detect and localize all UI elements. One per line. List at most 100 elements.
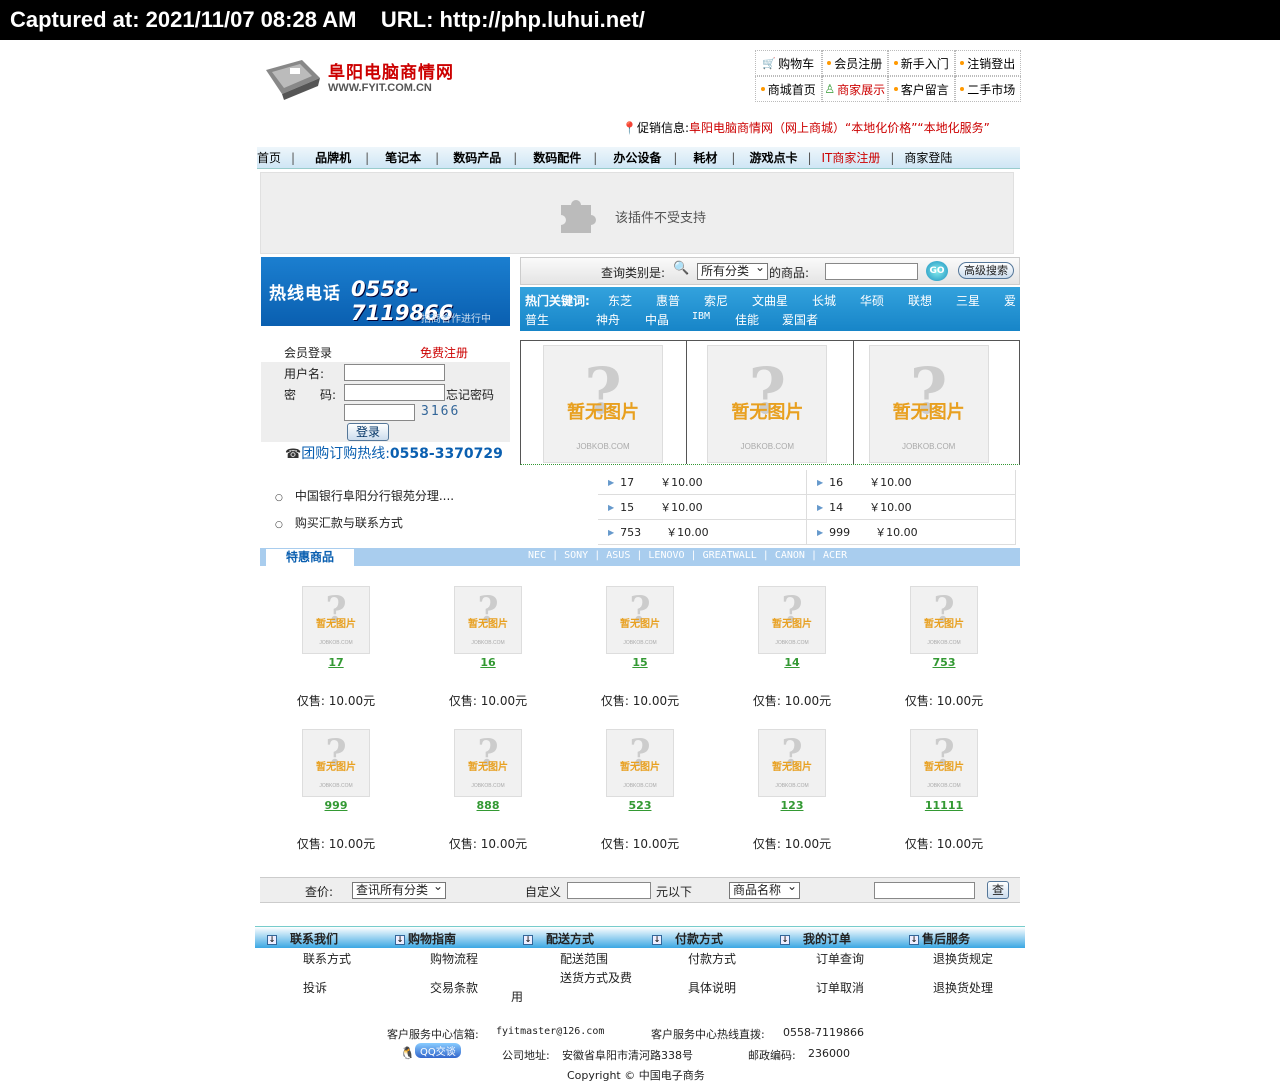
keyword-link[interactable]: 神舟 [596, 311, 620, 328]
footer-link[interactable]: 购物流程 [430, 950, 478, 967]
footer-link[interactable]: 退换货处理 [933, 979, 993, 996]
no-image-placeholder[interactable]: ? 暂无图片 JOBKOB.COM [606, 586, 674, 654]
product-name[interactable]: 123 [732, 799, 852, 812]
keyword-link[interactable]: 索尼 [704, 292, 728, 309]
notice-item[interactable]: 中国银行阜阳分行银苑分理.... [275, 487, 454, 504]
product-name[interactable]: 15 [580, 656, 700, 669]
nav-home[interactable]: 首页 [257, 149, 281, 166]
nav-merchant-login[interactable]: 商家登陆 [904, 149, 952, 166]
qq-chat-button[interactable]: 🐧 QQ交谈 [400, 1043, 461, 1060]
mall-home-link[interactable]: 商城首页 [755, 76, 822, 102]
product-name[interactable]: 753 [884, 656, 1004, 669]
nav-consumables[interactable]: 耗材 [693, 149, 717, 166]
nav-it-register[interactable]: IT商家注册 [822, 149, 881, 166]
footer-link[interactable]: 投诉 [303, 979, 327, 996]
advanced-search-button[interactable]: 高级搜索 [958, 262, 1014, 279]
price-input[interactable] [567, 882, 651, 899]
product-name[interactable]: 16 [428, 656, 548, 669]
keyword-link[interactable]: 联想 [908, 292, 932, 309]
query-field-select[interactable]: 商品名称 [729, 879, 800, 899]
keyword-link[interactable]: 三星 [956, 292, 980, 309]
keyword-link[interactable]: 爱国者 [782, 311, 818, 328]
promo-text[interactable]: 阜阳电脑商情网（网上商城）“本地化价格”“本地化服务” [689, 121, 990, 135]
no-image-placeholder[interactable]: ? 暂无图片 JOBKOB.COM [758, 729, 826, 797]
free-register-link[interactable]: 免费注册 [420, 344, 468, 361]
keyword-link[interactable]: 华硕 [860, 292, 884, 309]
keyword-link[interactable]: 东芝 [608, 292, 632, 309]
keyword-link[interactable]: 文曲星 [752, 292, 788, 309]
no-image-placeholder[interactable]: ? 暂无图片 JOBKOB.COM [302, 729, 370, 797]
footer-link[interactable]: 联系方式 [303, 950, 351, 967]
no-image-placeholder[interactable]: ? 暂无图片 JOBKOB.COM [910, 586, 978, 654]
keyword-link[interactable]: 佳能 [735, 311, 759, 328]
footer-link[interactable]: 交易条款 [430, 979, 478, 996]
nav-game-cards[interactable]: 游戏点卡 [749, 149, 797, 166]
guestbook-link[interactable]: 客户留言 [888, 76, 955, 102]
keyword-link[interactable]: 普生 [525, 311, 549, 328]
nav-accessories[interactable]: 数码配件 [533, 149, 581, 166]
merchant-show-link[interactable]: ♙ 商家展示 [821, 76, 888, 102]
keyword-link[interactable]: IBM [692, 311, 710, 322]
search-category-select[interactable]: 所有分类 [697, 260, 768, 280]
product-name[interactable]: 11111 [884, 799, 1004, 812]
site-logo[interactable]: 阜阳电脑商情网 WWW.FYIT.COM.CN [262, 54, 457, 102]
price-item[interactable]: ▶ 16 ￥10.00 [807, 470, 1016, 495]
password-input[interactable] [344, 384, 445, 401]
no-image-placeholder[interactable]: ? 暂无图片 JOBKOB.COM [454, 729, 522, 797]
go-button[interactable]: GO [926, 261, 948, 281]
featured-image-slot[interactable]: ? 暂无图片 JOBKOB.COM [854, 341, 1019, 464]
query-category-select[interactable]: 查讯所有分类 [352, 879, 446, 899]
search-category-label: 查询类别是: [601, 266, 666, 280]
brand-links[interactable]: NEC | SONY | ASUS | LENOVO | GREATWALL |… [528, 550, 847, 561]
keyword-link[interactable]: 爱 [1004, 292, 1016, 309]
product-name[interactable]: 17 [276, 656, 396, 669]
product-name[interactable]: 523 [580, 799, 700, 812]
logout-link[interactable]: 注销登出 [954, 50, 1021, 76]
no-image-placeholder[interactable]: ? 暂无图片 JOBKOB.COM [910, 729, 978, 797]
no-image-placeholder[interactable]: ? 暂无图片 JOBKOB.COM [606, 729, 674, 797]
no-image-placeholder[interactable]: ? 暂无图片 JOBKOB.COM [302, 586, 370, 654]
product-name[interactable]: 14 [732, 656, 852, 669]
forgot-password-link[interactable]: 忘记密码 [446, 386, 494, 403]
featured-image-slot[interactable]: ? 暂无图片 JOBKOB.COM [687, 341, 854, 464]
footer-link[interactable]: 付款方式 [688, 950, 736, 967]
username-input[interactable] [344, 364, 445, 381]
product-name[interactable]: 999 [276, 799, 396, 812]
captcha-input[interactable] [344, 404, 415, 421]
product-name[interactable]: 888 [428, 799, 548, 812]
price-item[interactable]: ▶ 17 ￥10.00 [598, 470, 807, 495]
service-mail[interactable]: fyitmaster@126.com [496, 1026, 604, 1037]
footer-link[interactable]: 配送范围 [560, 950, 608, 967]
price-item[interactable]: ▶ 15 ￥10.00 [598, 495, 807, 520]
nav-digital[interactable]: 数码产品 [453, 149, 501, 166]
keyword-link[interactable]: 惠普 [656, 292, 680, 309]
price-item[interactable]: ▶ 14 ￥10.00 [807, 495, 1016, 520]
special-offers-tab[interactable]: 特惠商品 [266, 549, 354, 566]
login-button[interactable]: 登录 [347, 423, 389, 441]
keyword-link[interactable]: 长城 [812, 292, 836, 309]
newbie-link[interactable]: 新手入门 [888, 50, 955, 76]
query-input[interactable] [874, 882, 975, 899]
price-item[interactable]: ▶ 753 ￥10.00 [598, 520, 807, 545]
no-image-placeholder[interactable]: ? 暂无图片 JOBKOB.COM [454, 586, 522, 654]
featured-image-slot[interactable]: ? 暂无图片 JOBKOB.COM [521, 341, 688, 464]
register-link[interactable]: 会员注册 [821, 50, 888, 76]
nav-office[interactable]: 办公设备 [613, 149, 661, 166]
footer-link[interactable]: 订单取消 [816, 979, 864, 996]
notice-item[interactable]: 购买汇款与联系方式 [275, 514, 454, 531]
footer-link[interactable]: 订单查询 [816, 950, 864, 967]
query-button[interactable]: 查 [987, 881, 1009, 899]
secondhand-link[interactable]: 二手市场 [954, 76, 1021, 102]
no-image-placeholder[interactable]: ? 暂无图片 JOBKOB.COM [758, 586, 826, 654]
search-input[interactable] [825, 263, 918, 280]
footer-link[interactable]: 具体说明 [688, 979, 736, 996]
keyword-link[interactable]: 中晶 [645, 311, 669, 328]
footer-link-cont[interactable]: 用 [511, 988, 523, 1005]
footer-link[interactable]: 退换货规定 [933, 950, 993, 967]
copyright: Copyright © 中国电子商务 [567, 1069, 705, 1082]
nav-laptop[interactable]: 笔记本 [385, 149, 421, 166]
footer-link[interactable]: 送货方式及费 [560, 969, 632, 986]
cart-link[interactable]: 🛒 购物车 [755, 50, 822, 76]
price-item[interactable]: ▶ 999 ￥10.00 [807, 520, 1016, 545]
nav-brand-pc[interactable]: 品牌机 [315, 149, 351, 166]
